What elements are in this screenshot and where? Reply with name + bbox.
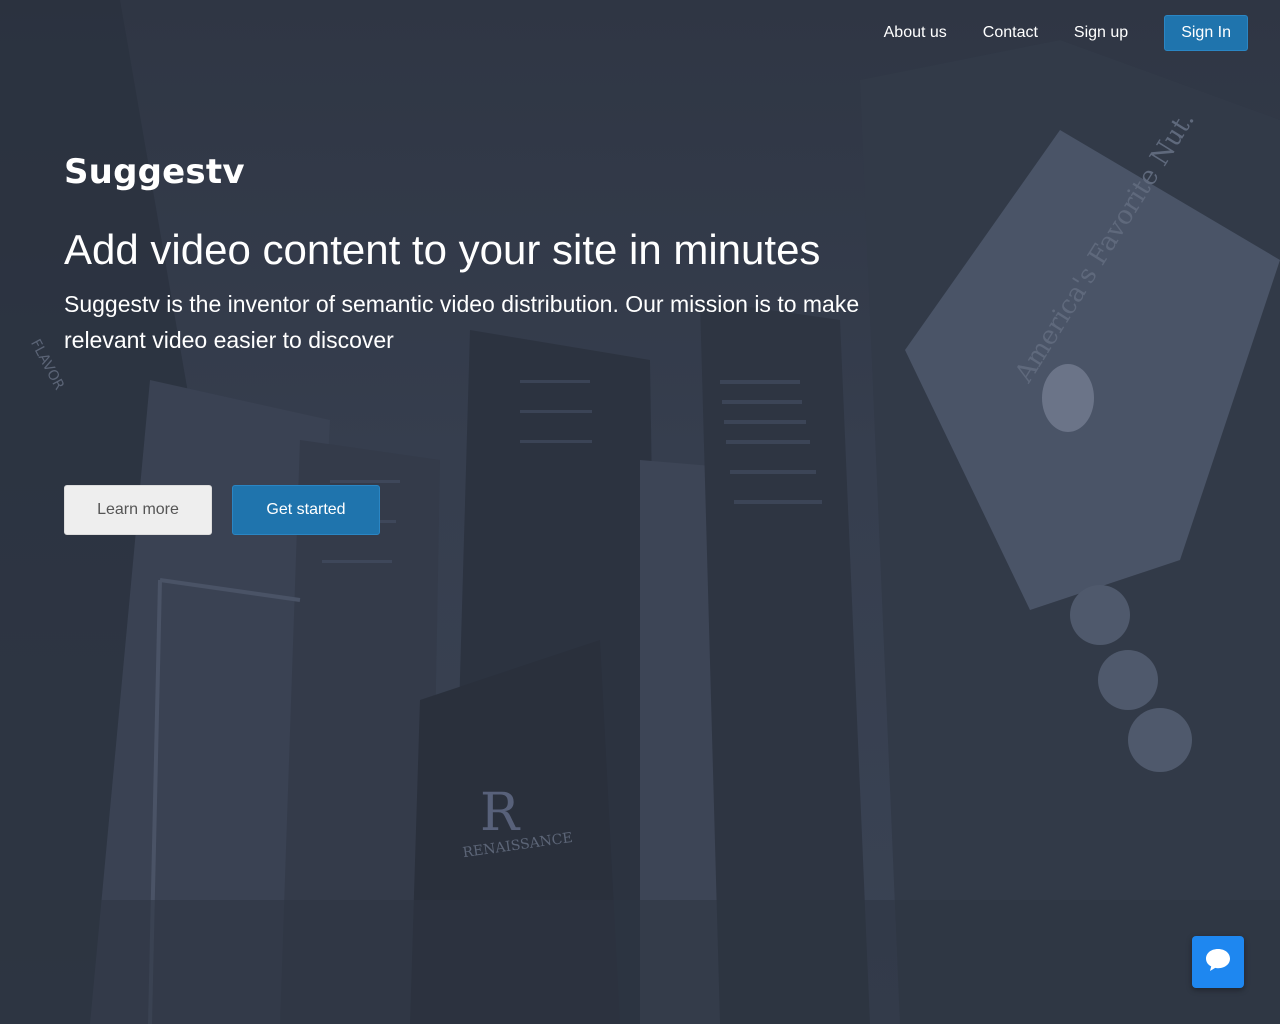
learn-more-button[interactable]: Learn more <box>64 485 212 535</box>
chat-bubble-icon <box>1204 947 1232 978</box>
chat-launcher-button[interactable] <box>1192 936 1244 988</box>
nav-sign-up-link[interactable]: Sign up <box>1056 16 1146 50</box>
brand-logo-text: Suggestv <box>64 152 245 192</box>
svg-text:R: R <box>480 783 521 843</box>
hero-headline: Add video content to your site in minute… <box>64 226 821 273</box>
sign-in-button[interactable]: Sign In <box>1164 15 1248 51</box>
hero-subline: Suggestv is the inventor of semantic vid… <box>64 291 860 353</box>
top-nav: About us Contact Sign up Sign In <box>866 15 1248 51</box>
get-started-button[interactable]: Get started <box>232 485 380 535</box>
nav-contact-link[interactable]: Contact <box>965 16 1056 50</box>
nav-about-us-link[interactable]: About us <box>866 16 965 50</box>
